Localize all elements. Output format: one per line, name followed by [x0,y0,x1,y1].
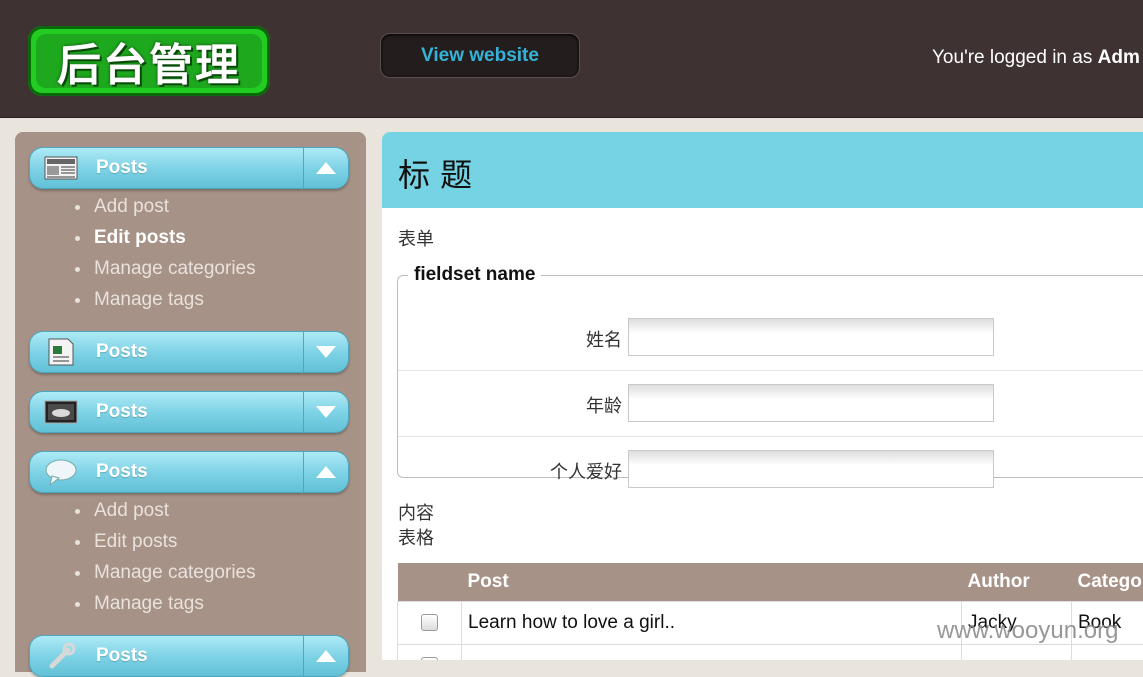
page-title: 标 题 [398,150,472,196]
speech-bubble-icon [44,458,78,486]
cell-author [962,645,1072,661]
title-bar: 标 题 [382,132,1143,208]
submenu-item-manage-categories[interactable]: Manage categories [75,557,256,588]
wrench-icon [44,642,78,670]
submenu-item-edit-posts[interactable]: Edit posts [75,222,256,253]
sidebar-section-label: Posts [96,645,148,667]
form-row-age: 年龄 [398,370,1143,437]
newspaper-icon [44,154,78,182]
submenu-item-manage-tags[interactable]: Manage tags [75,284,256,315]
column-header-category[interactable]: Catego [1072,563,1143,602]
sidebar-section-posts-2[interactable]: Posts [29,331,349,373]
sidebar-section-label: Posts [96,157,148,179]
submenu-item-add-post[interactable]: Add post [75,495,256,526]
form-section-label: 表单 [398,225,434,251]
table-header-row: Post Author Catego [398,563,1143,602]
logo-badge: 后台管理 [36,34,262,88]
column-header-post[interactable]: Post [462,563,962,602]
submenu-item-edit-posts[interactable]: Edit posts [75,526,256,557]
hobby-input[interactable] [628,450,994,488]
submenu-posts-1: Add post Edit posts Manage categories Ma… [75,191,256,315]
field-label-name: 姓名 [586,326,622,352]
table-label: 表格 [398,526,434,551]
cell-category [1072,645,1143,661]
chevron-down-icon[interactable] [303,332,348,372]
logo-text: 后台管理 [57,29,241,93]
header: 后台管理 View website You're logged in as Ad… [0,0,1143,118]
watermark: www.wooyun.org [937,617,1118,645]
image-icon [44,398,78,426]
login-username[interactable]: Adm [1098,47,1140,68]
content-labels: 内容 表格 [398,501,434,551]
column-header-author[interactable]: Author [962,563,1072,602]
cell-post[interactable]: Learn how to love a girl.. [462,602,962,645]
form-row-hobby: 个人爱好 [398,436,1143,502]
sidebar-section-label: Posts [96,461,148,483]
login-status-prefix: You're logged in as [932,47,1098,68]
fieldset-legend: fieldset name [408,264,541,286]
form-row-name: 姓名 [398,304,1143,371]
sidebar-section-label: Posts [96,341,148,363]
sidebar-section-posts-4[interactable]: Posts [29,451,349,493]
row-select-cell[interactable] [398,602,462,645]
row-select-cell[interactable] [398,645,462,661]
age-input[interactable] [628,384,994,422]
submenu-item-manage-categories[interactable]: Manage categories [75,253,256,284]
sidebar-section-label: Posts [96,401,148,423]
sidebar: Posts Add post Edit posts Manage categor… [15,132,366,672]
field-label-age: 年龄 [586,392,622,418]
sidebar-section-posts-3[interactable]: Posts [29,391,349,433]
logo[interactable]: 后台管理 [28,26,270,96]
name-input[interactable] [628,318,994,356]
chevron-up-icon[interactable] [303,636,348,676]
sidebar-section-posts-1[interactable]: Posts [29,147,349,189]
posts-table-wrap: Post Author Catego Learn how to love a g… [397,563,1143,660]
login-status: You're logged in as Adm [932,47,1140,69]
column-header-select [398,563,462,602]
field-label-hobby: 个人爱好 [550,458,622,484]
content-label: 内容 [398,501,434,526]
submenu-item-add-post[interactable]: Add post [75,191,256,222]
submenu-item-manage-tags[interactable]: Manage tags [75,588,256,619]
submenu-posts-4: Add post Edit posts Manage categories Ma… [75,495,256,619]
table-row[interactable] [398,645,1143,661]
fieldset: fieldset name 姓名 年龄 个人爱好 [397,264,1143,478]
main-panel: 标 题 表单 fieldset name 姓名 年龄 个人爱好 内容 表格 Po… [382,132,1143,660]
sidebar-section-posts-5[interactable]: Posts [29,635,349,677]
document-icon [44,338,78,366]
cell-post[interactable] [462,645,962,661]
chevron-up-icon[interactable] [303,452,348,492]
posts-table: Post Author Catego Learn how to love a g… [397,563,1143,660]
chevron-up-icon[interactable] [303,148,348,188]
row-checkbox[interactable] [421,614,438,631]
chevron-down-icon[interactable] [303,392,348,432]
view-website-button[interactable]: View website [380,33,580,78]
